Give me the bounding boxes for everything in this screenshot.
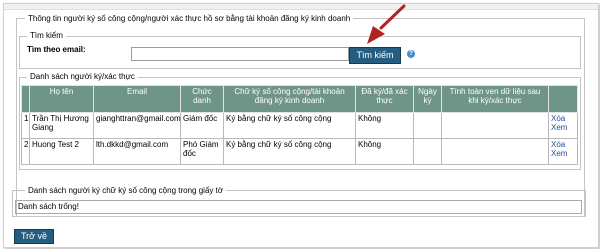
annotation-arrow-icon [367, 4, 406, 44]
